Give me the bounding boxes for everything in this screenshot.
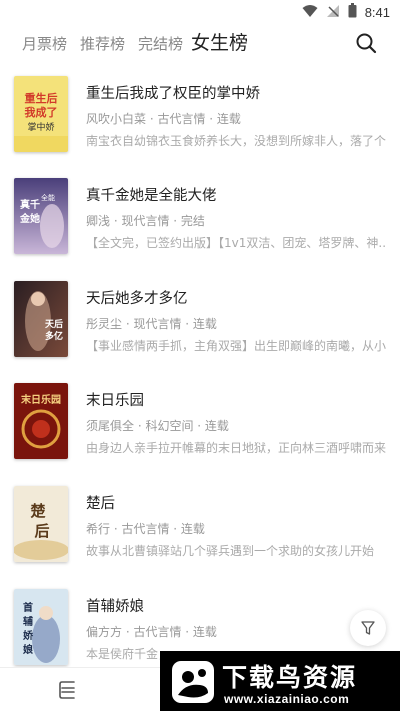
- book-meta: 卿浅 · 现代言情 · 完结: [86, 214, 205, 228]
- book-description: 【事业感情两手抓，主角双强】出生即巅峰的南曦，从小...: [86, 339, 386, 353]
- svg-text:全能: 全能: [41, 193, 55, 202]
- book-title: 重生后我成了权臣的掌中娇: [86, 86, 260, 102]
- svg-text:多亿: 多亿: [45, 330, 63, 342]
- tab-completed[interactable]: 完结榜: [138, 33, 183, 54]
- filter-icon: [361, 621, 375, 635]
- svg-text:天后: 天后: [45, 318, 63, 330]
- book-cover: 真千 金她 全能: [14, 178, 68, 254]
- search-button[interactable]: [354, 31, 378, 55]
- signal-icon: [326, 3, 340, 22]
- tab-female[interactable]: 女生榜: [191, 28, 248, 55]
- book-cover: 重生后 我成了 掌中娇: [14, 76, 68, 152]
- ranking-tabs: 月票榜 推荐榜 完结榜 女生榜: [0, 28, 400, 60]
- svg-text:娇: 娇: [23, 629, 34, 642]
- watermark-url: www.xiazainiao.com: [224, 692, 350, 706]
- svg-text:重生后: 重生后: [25, 91, 58, 105]
- book-title: 楚后: [86, 496, 115, 512]
- book-description: 南宝衣自幼锦衣玉食娇养长大，没想到所嫁非人，落了个...: [86, 134, 386, 148]
- book-item[interactable]: 真千 金她 全能 真千金她是全能大佬 卿浅 · 现代言情 · 完结 【全文完，已…: [0, 174, 400, 264]
- svg-text:楚: 楚: [30, 502, 46, 520]
- book-cover: 楚 后: [14, 486, 68, 562]
- book-description: 由身边人亲手拉开帷幕的末日地狱，正向林三酒呼啸而来。: [86, 441, 386, 455]
- svg-text:娘: 娘: [23, 643, 33, 656]
- tab-monthly-ticket[interactable]: 月票榜: [22, 33, 67, 54]
- book-item[interactable]: 天后 多亿 天后她多才多亿 彤灵尘 · 现代言情 · 连载 【事业感情两手抓，主…: [0, 277, 400, 367]
- book-meta: 彤灵尘 · 现代言情 · 连载: [86, 317, 217, 331]
- svg-text:首: 首: [23, 601, 33, 614]
- svg-text:我成了: 我成了: [25, 105, 58, 119]
- bookshelf-icon: [59, 681, 75, 699]
- svg-text:真千: 真千: [20, 198, 40, 211]
- svg-text:后: 后: [34, 522, 49, 540]
- search-icon: [356, 33, 377, 54]
- book-meta: 希行 · 古代言情 · 连载: [86, 522, 205, 536]
- svg-text:末日乐园: 末日乐园: [21, 393, 61, 406]
- book-title: 天后她多才多亿: [86, 291, 188, 307]
- book-item[interactable]: 末日乐园 末日乐园 须尾俱全 · 科幻空间 · 连载 由身边人亲手拉开帷幕的末日…: [0, 379, 400, 469]
- filter-button[interactable]: [350, 610, 386, 646]
- book-description: 【全文完，已签约出版】【1v1双洁、团宠、塔罗牌、神...: [86, 236, 386, 250]
- svg-text:辅: 辅: [23, 615, 33, 628]
- status-bar: 8:41: [0, 0, 400, 24]
- svg-text:金她: 金她: [19, 212, 40, 225]
- book-meta: 须尾俱全 · 科幻空间 · 连载: [86, 419, 229, 433]
- book-cover: 天后 多亿: [14, 281, 68, 357]
- watermark: 下载鸟资源 www.xiazainiao.com: [160, 651, 400, 711]
- book-title: 末日乐园: [86, 393, 144, 409]
- book-item[interactable]: 重生后 我成了 掌中娇 重生后我成了权臣的掌中娇 风吹小白菜 · 古代言情 · …: [0, 72, 400, 162]
- book-cover: 末日乐园: [14, 383, 68, 459]
- book-title: 真千金她是全能大佬: [86, 188, 217, 204]
- book-description: 故事从北曹镇驿站几个驿兵遇到一个求助的女孩儿开始: [86, 544, 375, 558]
- book-item[interactable]: 楚 后 楚后 希行 · 古代言情 · 连载 故事从北曹镇驿站几个驿兵遇到一个求助…: [0, 482, 400, 572]
- book-title: 首辅娇娘: [86, 599, 144, 615]
- tab-recommended[interactable]: 推荐榜: [80, 33, 125, 54]
- book-cover: 首 辅 娇 娘: [14, 589, 68, 665]
- bookshelf-button[interactable]: [56, 680, 78, 702]
- battery-icon: [348, 2, 357, 22]
- watermark-text: 下载鸟资源: [222, 663, 358, 692]
- svg-text:掌中娇: 掌中娇: [27, 121, 54, 133]
- book-meta: 偏方方 · 古代言情 · 连载: [86, 625, 217, 639]
- wifi-icon: [302, 3, 318, 22]
- book-meta: 风吹小白菜 · 古代言情 · 连载: [86, 112, 241, 126]
- watermark-logo-icon: [172, 661, 214, 703]
- status-time: 8:41: [364, 4, 390, 20]
